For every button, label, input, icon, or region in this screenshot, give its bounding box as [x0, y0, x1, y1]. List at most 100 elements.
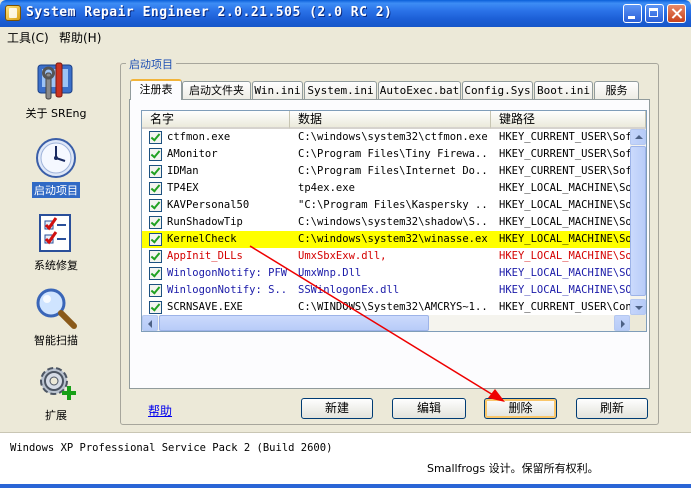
cell-name: ctfmon.exe — [167, 131, 231, 143]
cell-name: WinlogonNotify: S... — [167, 284, 287, 296]
row-checkbox[interactable] — [149, 250, 162, 263]
table-row[interactable]: RunShadowTip C:\windows\system32\shadow\S… — [142, 214, 630, 231]
cell-name: KernelCheck — [167, 233, 237, 245]
scroll-up-button[interactable] — [630, 129, 646, 145]
row-checkbox[interactable] — [149, 233, 162, 246]
table-row[interactable]: IDMan C:\Program Files\Internet Do... HKEY… — [142, 163, 630, 180]
cell-name: TP4EX — [167, 182, 199, 194]
help-link[interactable]: 帮助 — [148, 402, 172, 419]
title-bar[interactable]: System Repair Engineer 2.0.21.505 (2.0 R… — [0, 0, 691, 27]
cell-name: KAVPersonal50 — [167, 199, 250, 211]
cell-name: WinlogonNotify: PFW — [167, 267, 287, 279]
sidebar-item-repair[interactable]: 系统修复 — [0, 211, 112, 273]
vertical-scrollbar[interactable] — [630, 129, 646, 315]
table-row[interactable]: TP4EX tp4ex.exe HKEY_LOCAL_MACHINE\Sof — [142, 180, 630, 197]
row-checkbox[interactable] — [149, 301, 162, 314]
cell-keypath: HKEY_CURRENT_USER\Cont — [499, 301, 630, 313]
tab-boot-ini[interactable]: Boot.ini — [534, 81, 593, 99]
horizontal-scrollbar[interactable] — [142, 315, 630, 331]
column-header-name[interactable]: 名字 — [142, 111, 290, 129]
close-button[interactable] — [667, 4, 686, 23]
startup-list[interactable]: 名字 数据 键路径 ctfmon.exe C:\windows\system32\… — [141, 110, 647, 332]
row-checkbox[interactable] — [149, 148, 162, 161]
row-checkbox[interactable] — [149, 284, 162, 297]
menu-help[interactable]: 帮助(H) — [57, 29, 103, 46]
cell-keypath: HKEY_LOCAL_MACHINE\SOF — [499, 267, 630, 279]
table-row[interactable]: AMonitor C:\Program Files\Tiny Firewa... H… — [142, 146, 630, 163]
new-button[interactable]: 新建 — [301, 398, 373, 419]
cell-data: UmxSbxExw.dll, — [298, 250, 387, 262]
tab-services[interactable]: 服务 — [594, 81, 639, 99]
arrow-up-icon — [635, 135, 643, 139]
tab-system-ini[interactable]: System.ini — [304, 81, 377, 99]
cell-data: C:\Program Files\Tiny Firewa... — [298, 148, 488, 160]
menu-tools[interactable]: 工具(C) — [5, 29, 51, 46]
table-row[interactable]: AppInit_DLLs UmxSbxExw.dll, HKEY_LOCAL_MAC… — [142, 248, 630, 265]
row-checkbox[interactable] — [149, 165, 162, 178]
sidebar: 关于 SREng 启动项目 系统修复 智能扫描 扩展 — [0, 47, 112, 432]
cell-data: C:\windows\system32\shadow\S... — [298, 216, 488, 228]
cell-keypath: HKEY_LOCAL_MACHINE\Sof — [499, 216, 630, 228]
sidebar-item-extend[interactable]: 扩展 — [0, 361, 112, 423]
delete-button[interactable]: 删除 — [484, 398, 557, 419]
table-row[interactable]: ctfmon.exe C:\windows\system32\ctfmon.exe… — [142, 129, 630, 146]
cell-data: SSWinlogonEx.dll — [298, 284, 400, 296]
scroll-right-button[interactable] — [614, 315, 630, 331]
cell-name: IDMan — [167, 165, 199, 177]
cell-keypath: HKEY_CURRENT_USER\Soft — [499, 148, 630, 160]
app-icon[interactable] — [5, 5, 21, 21]
refresh-button[interactable]: 刷新 — [576, 398, 648, 419]
row-checkbox[interactable] — [149, 182, 162, 195]
row-checkbox[interactable] — [149, 131, 162, 144]
row-checkbox[interactable] — [149, 267, 162, 280]
cell-keypath: HKEY_LOCAL_MACHINE\SOF — [499, 284, 630, 296]
sidebar-label-repair: 系统修复 — [34, 259, 78, 272]
row-checkbox[interactable] — [149, 199, 162, 212]
sidebar-item-about[interactable]: 关于 SREng — [0, 59, 112, 121]
status-bar: Windows XP Professional Service Pack 2 (… — [0, 432, 691, 489]
tab-registry[interactable]: 注册表 — [130, 79, 182, 100]
tab-startup-folder[interactable]: 启动文件夹 — [182, 81, 251, 99]
table-row[interactable]: WinlogonNotify: PFW UmxWnp.Dll HKEY_LOCAL_… — [142, 265, 630, 282]
scroll-left-button[interactable] — [142, 315, 158, 331]
sidebar-label-extend: 扩展 — [45, 409, 67, 422]
arrow-left-icon — [148, 320, 152, 328]
cell-data: tp4ex.exe — [298, 182, 355, 194]
window-title: System Repair Engineer 2.0.21.505 (2.0 R… — [26, 5, 393, 20]
gear-plus-icon — [34, 361, 78, 405]
menu-bar: 工具(C) 帮助(H) — [0, 27, 691, 47]
sidebar-item-startup[interactable]: 启动项目 — [0, 136, 112, 198]
column-header-keypath[interactable]: 键路径 — [491, 111, 646, 129]
cell-data: C:\WINDOWS\System32\AMCRYS~1... — [298, 301, 488, 313]
sidebar-item-scan[interactable]: 智能扫描 — [0, 286, 112, 348]
clock-icon — [34, 136, 78, 180]
table-row[interactable]: KAVPersonal50 "C:\Program Files\Kaspersky… — [142, 197, 630, 214]
tab-win-ini[interactable]: Win.ini — [252, 81, 303, 99]
list-body: ctfmon.exe C:\windows\system32\ctfmon.exe… — [142, 129, 630, 315]
tab-config-sys[interactable]: Config.Sys — [462, 81, 533, 99]
vertical-scroll-thumb[interactable] — [630, 146, 646, 296]
cell-name: RunShadowTip — [167, 216, 243, 228]
cell-data: C:\windows\system32\ctfmon.exe — [298, 131, 488, 143]
cell-name: AppInit_DLLs — [167, 250, 243, 262]
sidebar-label-scan: 智能扫描 — [34, 334, 78, 347]
minimize-button[interactable] — [623, 4, 642, 23]
table-row[interactable]: WinlogonNotify: S... SSWinlogonEx.dll HKEY… — [142, 282, 630, 299]
scroll-down-button[interactable] — [630, 299, 646, 315]
cell-data: C:\windows\system32\winasse.exe — [298, 233, 488, 245]
tab-autoexec-bat[interactable]: AutoExec.bat — [378, 81, 461, 99]
checklist-icon — [34, 211, 78, 255]
table-row[interactable]: SCRNSAVE.EXE C:\WINDOWS\System32\AMCRYS~1… — [142, 299, 630, 315]
cell-keypath: HKEY_CURRENT_USER\Soft — [499, 131, 630, 143]
sidebar-label-startup: 启动项目 — [32, 182, 80, 198]
os-version-text: Windows XP Professional Service Pack 2 (… — [10, 442, 333, 454]
row-checkbox[interactable] — [149, 216, 162, 229]
cell-keypath: HKEY_CURRENT_USER\Soft — [499, 165, 630, 177]
table-row[interactable]: KernelCheck C:\windows\system32\winasse.e… — [142, 231, 630, 248]
horizontal-scroll-thumb[interactable] — [159, 315, 429, 331]
edit-button[interactable]: 编辑 — [392, 398, 466, 419]
column-header-data[interactable]: 数据 — [290, 111, 491, 129]
list-header: 名字 数据 键路径 — [142, 111, 646, 129]
maximize-button[interactable] — [645, 4, 664, 23]
cell-data: "C:\Program Files\Kaspersky ... — [298, 199, 488, 211]
